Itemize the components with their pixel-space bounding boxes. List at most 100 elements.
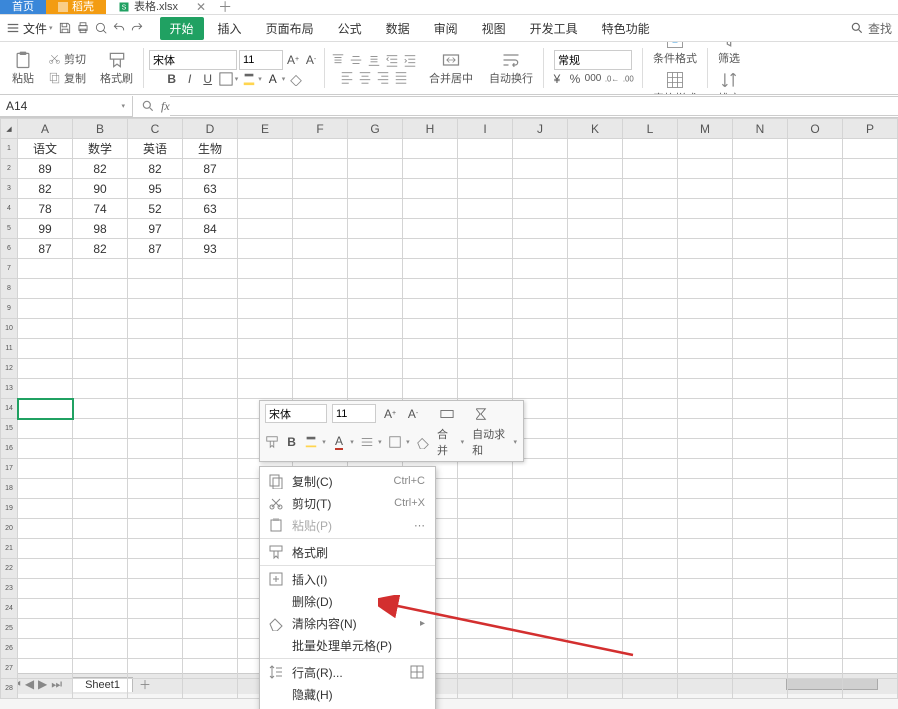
align-right-button[interactable]: [375, 69, 391, 85]
cell[interactable]: [623, 139, 678, 159]
cell[interactable]: [18, 479, 73, 499]
cell[interactable]: [458, 219, 513, 239]
cell[interactable]: [733, 379, 788, 399]
row-header[interactable]: 4: [1, 199, 18, 219]
cell[interactable]: [18, 579, 73, 599]
cell[interactable]: [403, 319, 458, 339]
cell[interactable]: [183, 279, 238, 299]
row-header[interactable]: 7: [1, 259, 18, 279]
column-header[interactable]: M: [678, 119, 733, 139]
cell[interactable]: [458, 359, 513, 379]
cell[interactable]: [843, 319, 898, 339]
cell[interactable]: [678, 419, 733, 439]
undo-icon[interactable]: [112, 21, 126, 35]
cell[interactable]: [348, 239, 403, 259]
cell[interactable]: [568, 579, 623, 599]
cell[interactable]: [73, 479, 128, 499]
ctx-format-painter[interactable]: 格式刷: [260, 541, 435, 563]
cell[interactable]: [843, 279, 898, 299]
cell[interactable]: [623, 459, 678, 479]
cell[interactable]: [788, 479, 843, 499]
close-tab-icon[interactable]: ✕: [196, 0, 206, 14]
cell[interactable]: [843, 499, 898, 519]
cell[interactable]: [623, 379, 678, 399]
cell[interactable]: [403, 379, 458, 399]
cell[interactable]: [623, 519, 678, 539]
cell[interactable]: [238, 279, 293, 299]
cell[interactable]: [788, 539, 843, 559]
cell[interactable]: [293, 339, 348, 359]
cell[interactable]: [513, 599, 568, 619]
cell[interactable]: [458, 139, 513, 159]
cell[interactable]: [568, 319, 623, 339]
cell[interactable]: [18, 459, 73, 479]
chevron-down-icon[interactable]: ▾: [378, 438, 382, 446]
bold-button[interactable]: B: [164, 71, 180, 87]
add-tab-icon[interactable]: ＋: [218, 0, 232, 17]
column-header[interactable]: E: [238, 119, 293, 139]
cell[interactable]: [733, 219, 788, 239]
ctx-copy[interactable]: 复制(C) Ctrl+C: [260, 470, 435, 492]
cell[interactable]: [403, 359, 458, 379]
cell[interactable]: [18, 619, 73, 639]
cell[interactable]: [843, 239, 898, 259]
cell[interactable]: [678, 359, 733, 379]
cell[interactable]: [788, 579, 843, 599]
cell[interactable]: [843, 459, 898, 479]
cell[interactable]: [183, 299, 238, 319]
row-header[interactable]: 13: [1, 379, 18, 399]
cell[interactable]: [843, 359, 898, 379]
cell[interactable]: 英语: [128, 139, 183, 159]
row-header[interactable]: 26: [1, 639, 18, 659]
cell[interactable]: [73, 339, 128, 359]
justify-button[interactable]: [393, 69, 409, 85]
row-header[interactable]: 8: [1, 279, 18, 299]
cell[interactable]: [623, 579, 678, 599]
cell[interactable]: [183, 419, 238, 439]
column-header[interactable]: L: [623, 119, 678, 139]
cell[interactable]: [458, 179, 513, 199]
cell[interactable]: [403, 279, 458, 299]
chevron-down-icon[interactable]: ▾: [258, 75, 262, 83]
cell[interactable]: [623, 199, 678, 219]
cell[interactable]: [403, 239, 458, 259]
cell[interactable]: [623, 159, 678, 179]
cell[interactable]: [128, 679, 183, 699]
cell[interactable]: [788, 359, 843, 379]
cell[interactable]: [128, 599, 183, 619]
cell[interactable]: [18, 499, 73, 519]
cell[interactable]: [843, 199, 898, 219]
cell[interactable]: [183, 319, 238, 339]
cell[interactable]: [623, 179, 678, 199]
row-header[interactable]: 28: [1, 679, 18, 699]
cell[interactable]: [513, 259, 568, 279]
cell[interactable]: [733, 519, 788, 539]
cell[interactable]: [568, 339, 623, 359]
save-icon[interactable]: [58, 21, 72, 35]
cell[interactable]: [403, 139, 458, 159]
cell[interactable]: [73, 519, 128, 539]
cell[interactable]: [73, 299, 128, 319]
cell[interactable]: [568, 419, 623, 439]
cell[interactable]: [73, 679, 128, 699]
cell[interactable]: [568, 519, 623, 539]
cell[interactable]: [788, 199, 843, 219]
cell[interactable]: 63: [183, 199, 238, 219]
cell[interactable]: [128, 479, 183, 499]
row-header[interactable]: 22: [1, 559, 18, 579]
cell[interactable]: [568, 199, 623, 219]
ctx-hide[interactable]: 隐藏(H): [260, 683, 435, 705]
cell[interactable]: [568, 299, 623, 319]
cell[interactable]: [788, 399, 843, 419]
cell[interactable]: [733, 199, 788, 219]
cell[interactable]: [128, 379, 183, 399]
cell[interactable]: [238, 179, 293, 199]
ctx-batch[interactable]: 批量处理单元格(P): [260, 634, 435, 656]
cell[interactable]: [73, 359, 128, 379]
preview-icon[interactable]: [94, 21, 108, 35]
cell[interactable]: [183, 519, 238, 539]
cell[interactable]: [623, 239, 678, 259]
italic-button[interactable]: I: [182, 71, 198, 87]
cell[interactable]: [73, 279, 128, 299]
cell[interactable]: [623, 619, 678, 639]
